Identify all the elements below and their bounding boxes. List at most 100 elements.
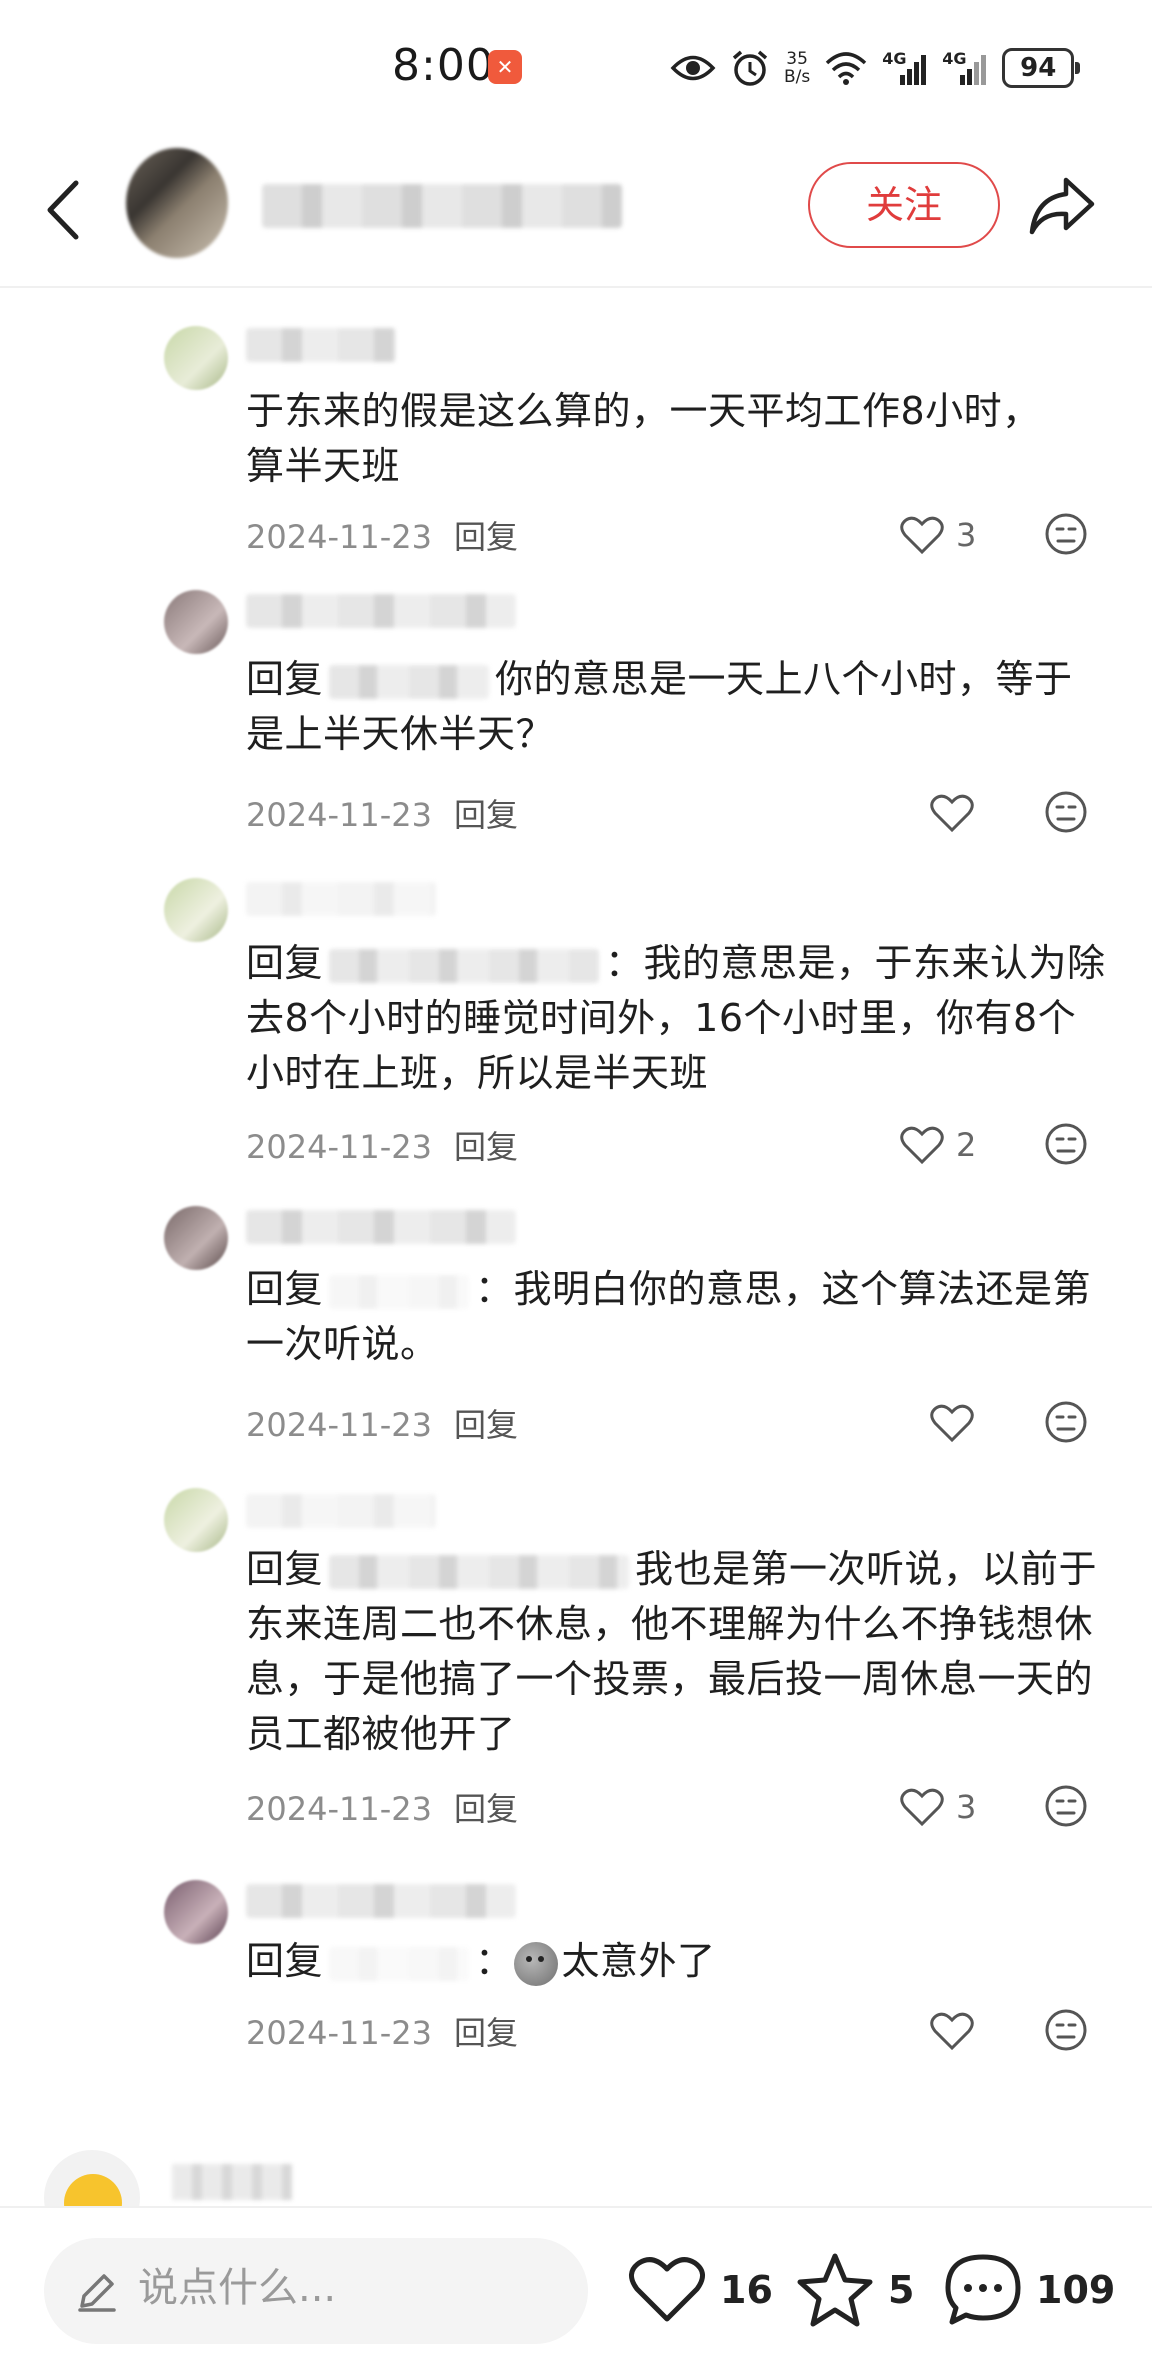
comment-body: 太意外了 bbox=[561, 1939, 716, 1983]
comment-date: 2024-11-23 bbox=[246, 518, 432, 556]
reply-button[interactable]: 回复 bbox=[454, 2014, 518, 2052]
emoji-react-icon[interactable] bbox=[1044, 2008, 1088, 2052]
next-commenter-name-redacted[interactable] bbox=[172, 2164, 292, 2200]
emoji-react-icon[interactable] bbox=[1044, 1400, 1088, 1444]
commenter-name-redacted[interactable] bbox=[246, 882, 436, 916]
comment-like-button[interactable]: 3 bbox=[900, 1782, 1030, 1832]
comment-meta: 2024-11-23 回复 bbox=[246, 512, 518, 558]
comment-meta: 2024-11-23 回复 bbox=[246, 1400, 518, 1446]
heart-icon bbox=[930, 1404, 974, 1443]
reply-prefix: 回复 bbox=[246, 1939, 324, 1983]
heart-icon bbox=[900, 1788, 944, 1827]
net-speed-value: 35 bbox=[786, 49, 808, 69]
emoji-react-icon[interactable] bbox=[1044, 1784, 1088, 1828]
reply-button[interactable]: 回复 bbox=[454, 796, 518, 834]
mention-redacted[interactable] bbox=[329, 948, 600, 983]
like-count: 3 bbox=[956, 516, 977, 554]
reply-prefix: 回复 bbox=[246, 1547, 324, 1591]
comment-text: 回复 你的意思是一天上八个小时，等于是上半天休半天？ bbox=[246, 652, 1106, 762]
battery-indicator: 94 bbox=[1002, 48, 1081, 88]
comment-input-box[interactable] bbox=[44, 2238, 588, 2344]
comment-date: 2024-11-23 bbox=[246, 1406, 432, 1444]
comment-text: 回复 ：我明白你的意思，这个算法还是第一次听说。 bbox=[246, 1262, 1106, 1372]
eye-icon bbox=[670, 55, 716, 81]
like-count: 2 bbox=[956, 1126, 977, 1164]
favorite-total: 5 bbox=[888, 2268, 915, 2312]
mention-redacted[interactable] bbox=[329, 1274, 470, 1309]
favorite-button[interactable]: 5 bbox=[796, 2248, 914, 2332]
mention-redacted[interactable] bbox=[329, 664, 490, 699]
reply-prefix: 回复 bbox=[246, 657, 324, 701]
emoji-react-icon[interactable] bbox=[1044, 1122, 1088, 1166]
commenter-avatar[interactable] bbox=[164, 326, 228, 390]
comment-meta: 2024-11-23 回复 bbox=[246, 2008, 518, 2054]
reply-button[interactable]: 回复 bbox=[454, 1128, 518, 1166]
comment-like-button[interactable]: 3 bbox=[900, 510, 1030, 560]
comment-text: 于东来的假是这么算的，一天平均工作8小时，算半天班 bbox=[246, 389, 1041, 488]
comment-meta: 2024-11-23 回复 bbox=[246, 1784, 518, 1830]
reply-button[interactable]: 回复 bbox=[454, 1790, 518, 1828]
status-bar: 8:00 ✕ 35 B/s 4G 4G 94 bbox=[0, 0, 1152, 130]
commenter-avatar[interactable] bbox=[164, 1880, 228, 1944]
comment-total: 109 bbox=[1036, 2268, 1116, 2312]
commenter-avatar[interactable] bbox=[164, 878, 228, 942]
wifi-icon bbox=[826, 52, 867, 85]
header: 关注 bbox=[0, 130, 1152, 288]
comment-like-button[interactable]: 2 bbox=[900, 1120, 1030, 1170]
status-time: 8:00 bbox=[392, 40, 495, 91]
mention-redacted[interactable] bbox=[329, 1946, 470, 1981]
signal-icon-2: 4G bbox=[942, 49, 988, 87]
status-icons: 35 B/s 4G 4G 94 bbox=[670, 44, 1081, 92]
author-avatar[interactable] bbox=[126, 148, 228, 258]
heart-icon bbox=[930, 794, 974, 833]
sticker-emoji-icon bbox=[513, 1941, 558, 1986]
commenter-avatar[interactable] bbox=[164, 590, 228, 654]
like-count: 3 bbox=[956, 1788, 977, 1826]
commenter-name-redacted[interactable] bbox=[246, 594, 516, 628]
comment-date: 2024-11-23 bbox=[246, 1790, 432, 1828]
signal-icon-1: 4G bbox=[882, 49, 928, 87]
author-name-redacted[interactable] bbox=[262, 184, 622, 228]
reply-prefix: 回复 bbox=[246, 1267, 324, 1311]
alarm-icon bbox=[732, 50, 768, 86]
comment-like-button[interactable] bbox=[930, 2006, 1060, 2056]
commenter-name-redacted[interactable] bbox=[246, 1210, 516, 1244]
commenter-name-redacted[interactable] bbox=[246, 1884, 516, 1918]
heart-icon bbox=[900, 516, 944, 555]
mention-redacted[interactable] bbox=[329, 1554, 630, 1589]
comment-text: 回复 ： 太意外了 bbox=[246, 1934, 1106, 1989]
reply-button[interactable]: 回复 bbox=[454, 518, 518, 556]
comment-like-button[interactable] bbox=[930, 788, 1060, 838]
comment-like-button[interactable] bbox=[930, 1398, 1060, 1448]
emoji-react-icon[interactable] bbox=[1044, 790, 1088, 834]
reply-button[interactable]: 回复 bbox=[454, 1406, 518, 1444]
heart-icon bbox=[629, 2257, 705, 2322]
share-icon[interactable] bbox=[1026, 170, 1098, 242]
commenter-avatar[interactable] bbox=[164, 1488, 228, 1552]
commenter-avatar[interactable] bbox=[164, 1206, 228, 1270]
notification-icon: ✕ bbox=[488, 50, 522, 84]
emoji-react-icon[interactable] bbox=[1044, 512, 1088, 556]
comment-date: 2024-11-23 bbox=[246, 2014, 432, 2052]
pencil-icon bbox=[78, 2274, 116, 2312]
commenter-name-redacted[interactable] bbox=[246, 1494, 436, 1528]
comment-button[interactable]: 109 bbox=[944, 2248, 1115, 2332]
commenter-name-redacted[interactable] bbox=[246, 328, 396, 362]
like-button[interactable]: 16 bbox=[628, 2248, 773, 2332]
comment-meta: 2024-11-23 回复 bbox=[246, 1122, 518, 1168]
comment-text: 回复 ：我的意思是，于东来认为除去8个小时的睡觉时间外，16个小时里，你有8个小时… bbox=[246, 936, 1106, 1101]
comment-text: 回复 我也是第一次听说，以前于东来连周二也不休息，他不理解为什么不挣钱想休息，于是… bbox=[246, 1542, 1106, 1762]
like-total: 16 bbox=[720, 2268, 773, 2312]
comment-meta: 2024-11-23 回复 bbox=[246, 790, 518, 836]
follow-button[interactable]: 关注 bbox=[808, 162, 1000, 248]
heart-icon bbox=[930, 2012, 974, 2051]
comment-date: 2024-11-23 bbox=[246, 796, 432, 834]
star-icon bbox=[797, 2253, 873, 2327]
comment-date: 2024-11-23 bbox=[246, 1128, 432, 1166]
reply-prefix: 回复 bbox=[246, 941, 324, 985]
back-button[interactable] bbox=[38, 175, 88, 245]
net-speed: 35 B/s bbox=[784, 50, 810, 86]
comment-input[interactable] bbox=[138, 2265, 558, 2311]
comment-bubble-icon bbox=[945, 2254, 1021, 2325]
heart-icon bbox=[900, 1126, 944, 1165]
